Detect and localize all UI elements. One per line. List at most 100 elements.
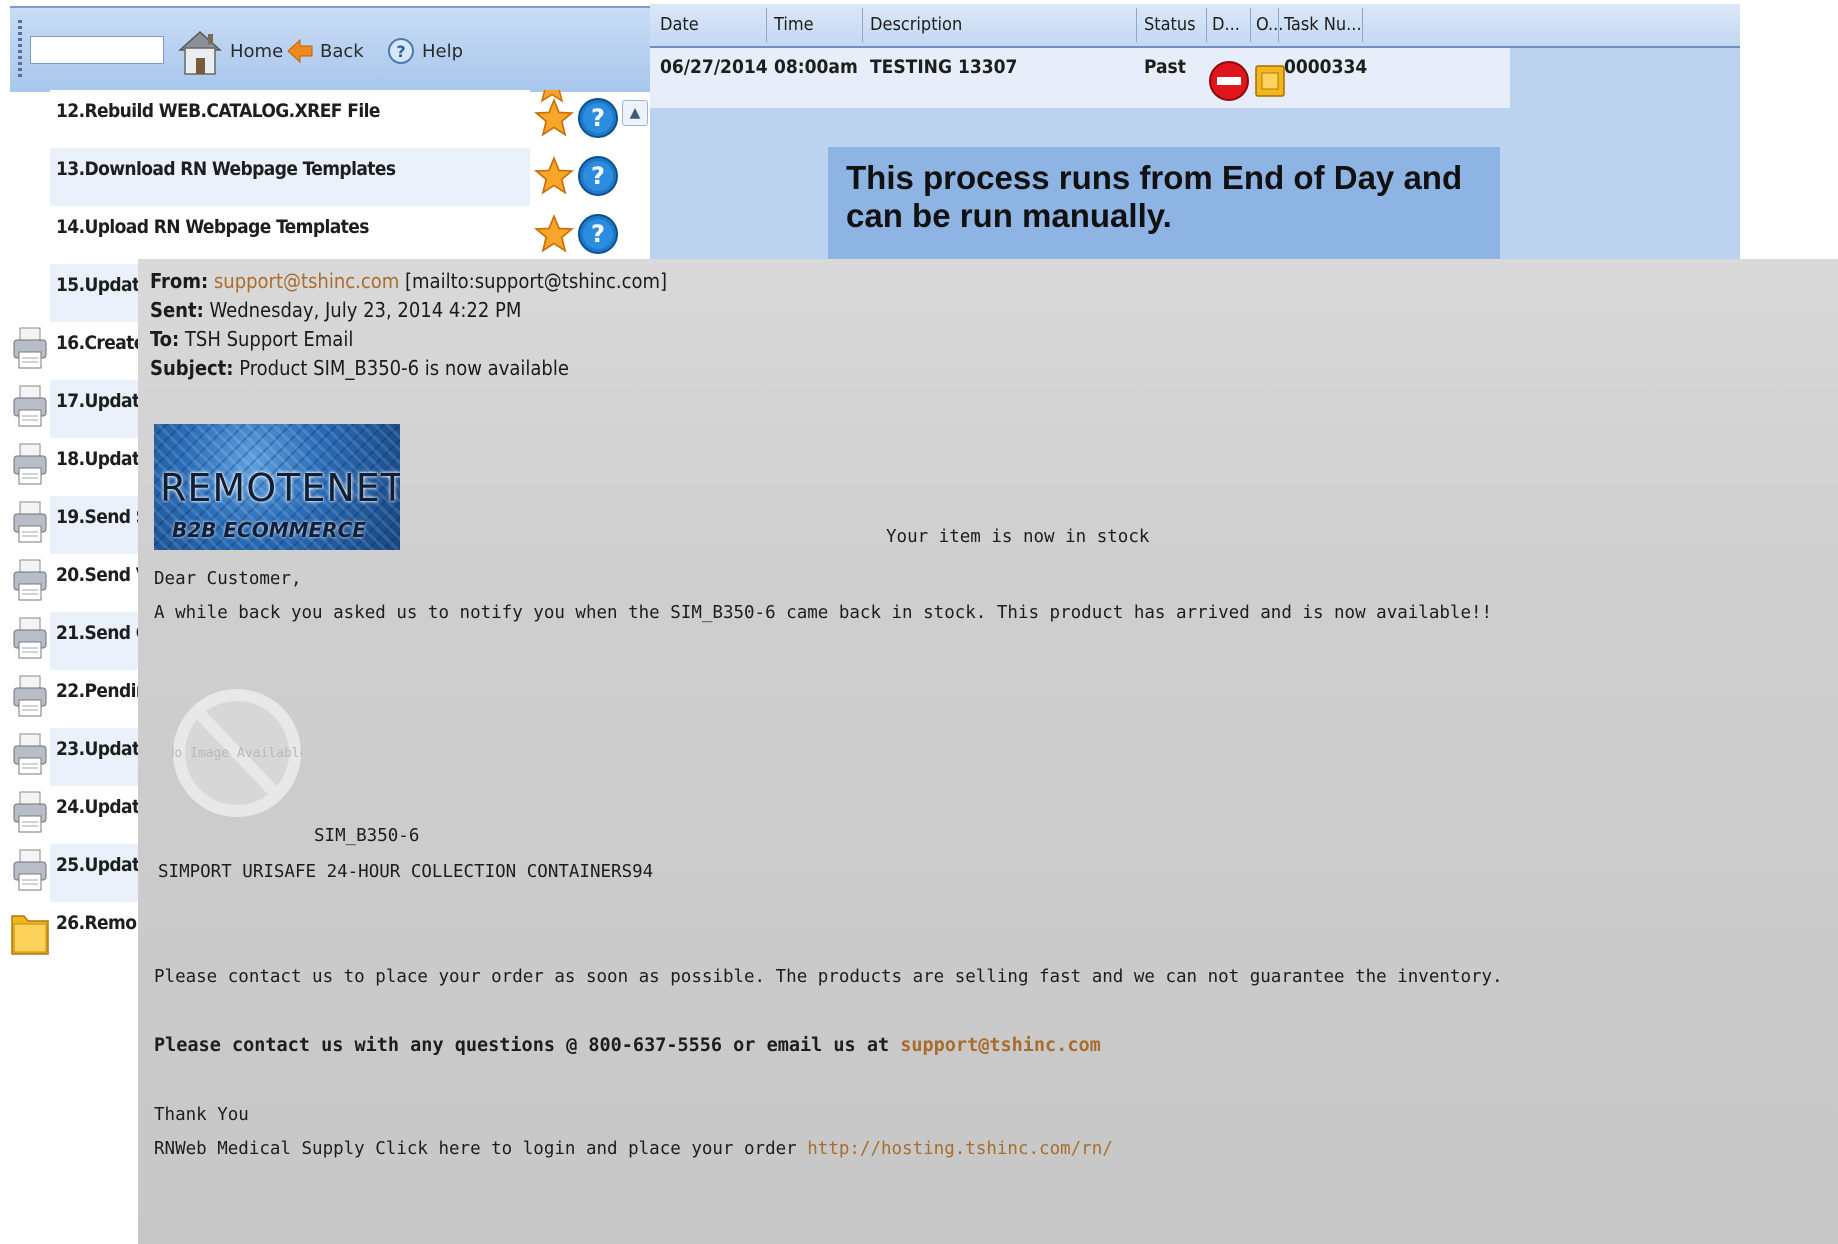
sent-value: Wednesday, July 23, 2014 4:22 PM <box>209 298 522 322</box>
favorite-star-icon[interactable] <box>534 98 574 138</box>
column-header-o[interactable]: O... <box>1256 14 1283 35</box>
column-header-date[interactable]: Date <box>660 14 699 35</box>
greeting: Dear Customer, <box>154 569 302 589</box>
logo-title: REMOTENET <box>160 466 400 510</box>
task-label: 22.Pendir <box>56 680 144 702</box>
printer-icon <box>13 327 47 369</box>
login-url-link[interactable]: http://hosting.tshinc.com/rn/ <box>807 1139 1113 1159</box>
note-callout: This process runs from End of Day and ca… <box>828 147 1500 259</box>
login-text: RNWeb Medical Supply Click here to login… <box>154 1139 797 1159</box>
contact-text: Please contact us to place your order as… <box>154 967 1503 987</box>
printer-icon <box>13 733 47 775</box>
to-value: TSH Support Email <box>184 327 354 351</box>
column-header-task-number[interactable]: Task Nu... <box>1284 14 1362 35</box>
toolbar-grip[interactable] <box>18 20 22 78</box>
logo-subtitle: B2B ECOMMERCE <box>172 518 366 542</box>
printer-icon <box>13 675 47 717</box>
task-label: 24.Updat <box>56 796 140 818</box>
task-label: 12.Rebuild WEB.CATALOG.XREF File <box>56 100 380 122</box>
column-header-d[interactable]: D... <box>1212 14 1240 35</box>
task-label: 20.Send V <box>56 564 149 586</box>
svg-text:?: ? <box>591 220 605 248</box>
from-label: From: <box>150 269 209 293</box>
printer-icon <box>13 501 47 543</box>
remotenet-logo: REMOTENET B2B ECOMMERCE <box>154 424 400 550</box>
printer-icon <box>13 791 47 833</box>
column-header-status[interactable]: Status <box>1144 14 1196 35</box>
email-sent: Sent: Wednesday, July 23, 2014 4:22 PM <box>150 298 521 322</box>
task-label: 26.Remo <box>56 912 137 934</box>
notification-text: A while back you asked us to notify you … <box>154 603 1493 623</box>
grid-header: Date Time Description Status D... O... T… <box>650 4 1740 48</box>
printer-icon <box>13 385 47 427</box>
cell-status: Past <box>1144 56 1186 78</box>
thank-you: Thank You <box>154 1105 249 1125</box>
task-row[interactable]: 14.Upload RN Webpage Templates ? <box>10 206 630 264</box>
in-stock-heading: Your item is now in stock <box>886 527 1150 547</box>
callout-text: This process runs from End of Day and ca… <box>846 159 1463 234</box>
grid-row[interactable]: 06/27/2014 08:00am TESTING 13307 Past 00… <box>650 48 1510 108</box>
subject-label: Subject: <box>150 356 234 380</box>
task-row[interactable]: 13.Download RN Webpage Templates ? <box>10 148 630 206</box>
subject-value: Product SIM_B350-6 is now available <box>239 356 569 380</box>
questions-text: Please contact us with any questions @ 8… <box>154 1035 890 1056</box>
task-label: 21.Send C <box>56 622 148 644</box>
from-mailto[interactable]: [mailto:support@tshinc.com] <box>405 269 667 293</box>
task-label: 16.Create <box>56 332 145 354</box>
task-label: 23.Updat <box>56 738 140 760</box>
help-button[interactable]: ? Help <box>386 34 463 68</box>
open-task-icon[interactable] <box>1254 64 1286 98</box>
help-icon: ? <box>388 38 414 64</box>
svg-text:?: ? <box>396 42 405 61</box>
back-button[interactable]: Back <box>286 34 364 68</box>
email-from: From: support@tshinc.com [mailto:support… <box>150 269 667 293</box>
no-image-text: No Image Available <box>172 746 302 761</box>
product-code: SIM_B350-6 <box>314 826 420 846</box>
column-header-time[interactable]: Time <box>774 14 814 35</box>
to-label: To: <box>150 327 180 351</box>
favorite-star-icon[interactable] <box>534 156 574 196</box>
task-label: 25.Updat <box>56 854 140 876</box>
scroll-up-button[interactable]: ▲ <box>622 100 648 126</box>
email-message: From: support@tshinc.com [mailto:support… <box>138 259 1838 1244</box>
home-button[interactable]: Home <box>176 30 284 75</box>
task-help-icon[interactable]: ? <box>576 94 620 142</box>
search-input[interactable] <box>30 36 164 64</box>
sent-label: Sent: <box>150 298 204 322</box>
cell-description: TESTING 13307 <box>870 56 1018 78</box>
cell-task-number: 0000334 <box>1284 56 1368 78</box>
toolbar: Home Back ? Help <box>10 6 650 92</box>
login-line: RNWeb Medical Supply Click here to login… <box>154 1139 1113 1159</box>
svg-text:?: ? <box>591 162 605 190</box>
svg-text:?: ? <box>591 104 605 132</box>
task-label: 15.Updat <box>56 274 140 296</box>
task-label: 17.Updat <box>56 390 140 412</box>
task-label: 13.Download RN Webpage Templates <box>56 158 396 180</box>
task-help-icon[interactable]: ? <box>576 152 620 200</box>
delete-icon[interactable] <box>1208 60 1250 102</box>
support-email-link[interactable]: support@tshinc.com <box>900 1035 1100 1056</box>
task-help-icon[interactable]: ? <box>576 210 620 258</box>
email-subject: Subject: Product SIM_B350-6 is now avail… <box>150 356 569 380</box>
task-label: 19.Send S <box>56 506 148 528</box>
back-label: Back <box>320 40 364 62</box>
task-label: 18.Updat <box>56 448 140 470</box>
back-arrow-icon <box>287 38 313 64</box>
folder-icon <box>11 915 49 955</box>
home-icon <box>178 30 222 75</box>
printer-icon <box>13 559 47 601</box>
task-row[interactable]: 12.Rebuild WEB.CATALOG.XREF File ? <box>10 90 630 148</box>
from-email-link[interactable]: support@tshinc.com <box>214 269 399 293</box>
printer-icon <box>13 617 47 659</box>
favorite-star-icon[interactable] <box>534 214 574 254</box>
cell-date: 06/27/2014 <box>660 56 768 78</box>
help-label: Help <box>422 40 464 62</box>
home-label: Home <box>230 40 284 62</box>
printer-icon <box>13 849 47 891</box>
cell-time: 08:00am <box>774 56 858 78</box>
questions-line: Please contact us with any questions @ 8… <box>154 1035 1101 1056</box>
no-image-placeholder-icon: No Image Available <box>172 689 302 817</box>
column-header-description[interactable]: Description <box>870 14 962 35</box>
product-name: SIMPORT URISAFE 24-HOUR COLLECTION CONTA… <box>158 862 654 882</box>
email-to: To: TSH Support Email <box>150 327 353 351</box>
